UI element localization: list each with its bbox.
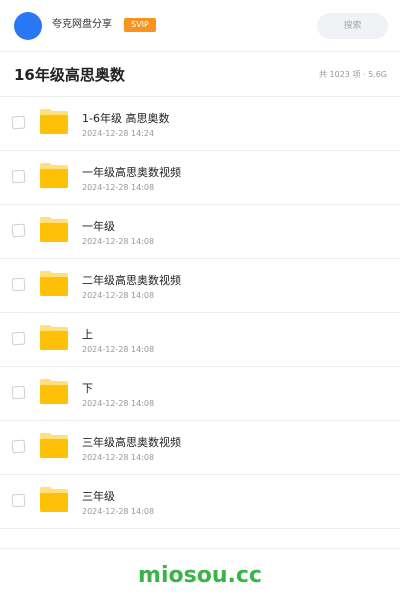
file-date: 2024-12-28 14:08 [82, 399, 155, 408]
app-header: 夸克网盘分享 SVIP 搜索 [0, 0, 400, 52]
folder-stats: 共 1023 项 · 5.6G [319, 70, 387, 79]
page-title: 16年级高思奥数 [14, 66, 125, 84]
folder-icon [40, 487, 68, 512]
app-name: 夸克网盘分享 [52, 19, 112, 30]
list-item[interactable]: 1-6年级 高思奥数 2024-12-28 14:24 [0, 97, 400, 151]
folder-header: 16年级高思奥数 共 1023 项 · 5.6G [0, 52, 400, 97]
folder-icon [40, 379, 68, 404]
file-date: 2024-12-28 14:08 [82, 507, 155, 516]
item-checkbox[interactable] [11, 493, 26, 508]
folder-icon [40, 271, 68, 296]
file-date: 2024-12-28 14:08 [82, 291, 155, 300]
item-checkbox[interactable] [11, 169, 26, 184]
item-checkbox[interactable] [11, 439, 26, 454]
folder-icon [40, 217, 68, 242]
folder-icon [40, 109, 68, 134]
svip-badge: SVIP [124, 18, 156, 32]
file-name: 三年级 [82, 490, 115, 503]
file-name: 1-6年级 高思奥数 [82, 112, 170, 125]
file-name: 二年级高思奥数视频 [82, 274, 181, 287]
folder-icon [40, 433, 68, 458]
item-checkbox[interactable] [11, 277, 26, 292]
file-date: 2024-12-28 14:08 [82, 345, 155, 354]
list-item[interactable]: 三年级 2024-12-28 14:08 [0, 475, 400, 529]
list-item[interactable]: 上 2024-12-28 14:08 [0, 313, 400, 367]
list-item[interactable]: 二年级高思奥数视频 2024-12-28 14:08 [0, 259, 400, 313]
avatar[interactable] [14, 12, 42, 40]
file-date: 2024-12-28 14:08 [82, 237, 155, 246]
file-date: 2024-12-28 14:08 [82, 183, 155, 192]
file-name: 三年级高思奥数视频 [82, 436, 181, 449]
footer: miosou.cc [0, 548, 400, 600]
item-checkbox[interactable] [11, 385, 26, 400]
list-item[interactable]: 一年级高思奥数视频 2024-12-28 14:08 [0, 151, 400, 205]
share-page: 夸克网盘分享 SVIP 搜索 16年级高思奥数 共 1023 项 · 5.6G … [0, 0, 400, 600]
list-item[interactable]: 下 2024-12-28 14:08 [0, 367, 400, 421]
file-name: 下 [82, 382, 93, 395]
file-name: 一年级 [82, 220, 115, 233]
item-checkbox[interactable] [11, 115, 26, 130]
file-name: 一年级高思奥数视频 [82, 166, 181, 179]
search-input[interactable]: 搜索 [317, 13, 388, 39]
list-item[interactable]: 一年级 2024-12-28 14:08 [0, 205, 400, 259]
item-checkbox[interactable] [11, 223, 26, 238]
watermark: miosou.cc [138, 563, 262, 588]
file-list: 1-6年级 高思奥数 2024-12-28 14:24 一年级高思奥数视频 20… [0, 97, 400, 529]
file-date: 2024-12-28 14:24 [82, 129, 155, 138]
folder-icon [40, 163, 68, 188]
file-name: 上 [82, 328, 93, 341]
folder-icon [40, 325, 68, 350]
file-date: 2024-12-28 14:08 [82, 453, 155, 462]
item-checkbox[interactable] [11, 331, 26, 346]
list-item[interactable]: 三年级高思奥数视频 2024-12-28 14:08 [0, 421, 400, 475]
